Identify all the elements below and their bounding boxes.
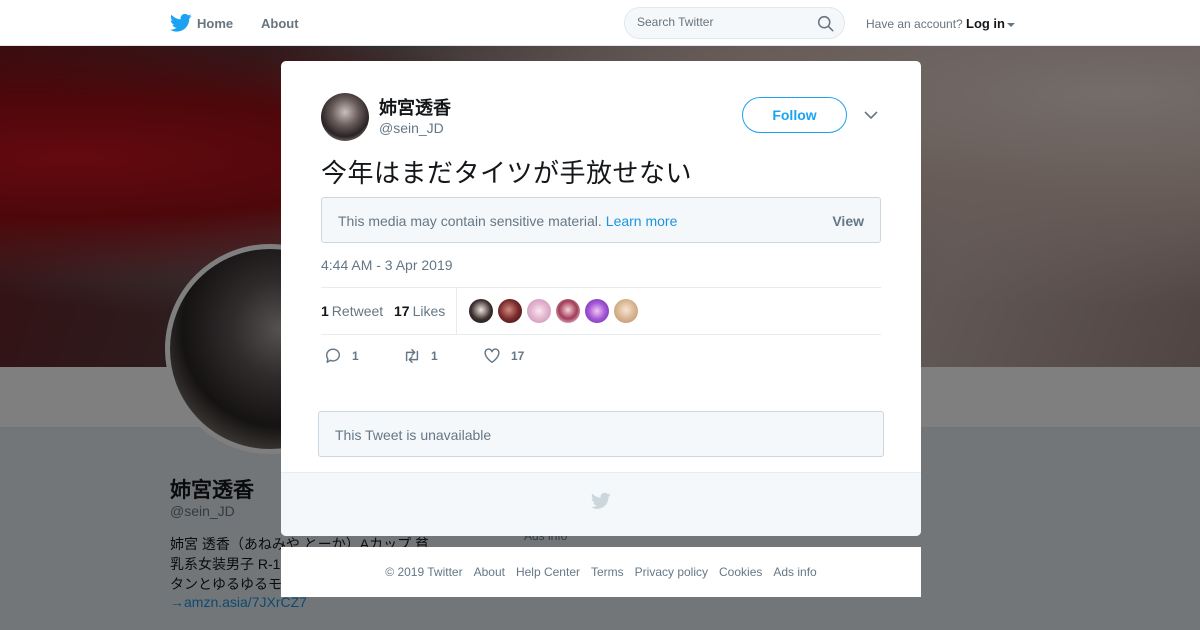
retweet-stat-label: Retweet [331,303,384,319]
footer-link-cookies[interactable]: Cookies [719,565,762,579]
follow-button[interactable]: Follow [742,97,847,133]
retweet-button[interactable]: 1 [403,345,438,367]
chevron-down-icon[interactable] [864,109,878,121]
sensitive-text: This media may contain sensitive materia… [338,213,677,229]
retweet-count: 1 [321,303,329,319]
retweet-stat[interactable]: 1 Retweet [321,303,383,319]
retweet-action-count: 1 [431,349,438,363]
tweet-timestamp[interactable]: 4:44 AM - 3 Apr 2019 [321,257,453,273]
nav-about-link[interactable]: About [261,16,299,31]
author-name[interactable]: 姉宮透香 [379,94,451,120]
liker-avatar[interactable] [469,299,493,323]
likes-stat[interactable]: 17 Likes [394,303,445,319]
liker-avatar[interactable] [556,299,580,323]
search-box [624,7,845,39]
footer-links: © 2019 Twitter About Help Center Terms P… [281,547,921,597]
tweet-stats: 1 Retweet 17 Likes [321,287,881,335]
sensitive-message: This media may contain sensitive materia… [338,213,602,229]
liker-avatar[interactable] [585,299,609,323]
modal-footer [281,472,921,536]
login-label: Log in [966,16,1005,31]
search-icon[interactable] [817,15,834,32]
heart-icon [484,348,500,364]
tweet-actions: 1 1 17 [321,345,621,367]
liker-avatar[interactable] [498,299,522,323]
sensitive-media-notice: This media may contain sensitive materia… [321,197,881,243]
unavailable-tweet-card: This Tweet is unavailable [318,411,884,457]
likes-count: 17 [394,303,410,319]
nav-home-link[interactable]: Home [197,16,233,31]
footer-link-about[interactable]: About [474,565,505,579]
tweet-modal: 姉宮透香 @sein_JD Follow 今年はまだタイツが手放せない This… [281,61,921,536]
have-account-text: Have an account? [866,17,963,31]
view-media-button[interactable]: View [832,213,864,229]
likes-stat-label: Likes [412,303,446,319]
liker-avatar[interactable] [614,299,638,323]
reply-count: 1 [352,349,359,363]
reply-icon [325,348,340,364]
caret-down-icon [1007,22,1015,27]
footer-link-ads-info[interactable]: Ads info [773,565,816,579]
author-handle[interactable]: @sein_JD [379,120,444,136]
tweet-text: 今年はまだタイツが手放せない [321,159,693,189]
like-button[interactable]: 17 [483,345,524,367]
retweet-icon [405,348,419,364]
liker-avatar[interactable] [527,299,551,323]
reply-button[interactable]: 1 [324,345,359,367]
footer-copyright: © 2019 Twitter [385,565,463,579]
search-input[interactable] [637,15,817,29]
footer-link-help-center[interactable]: Help Center [516,565,580,579]
author-avatar[interactable] [321,93,369,141]
learn-more-link[interactable]: Learn more [606,213,678,229]
footer-link-privacy[interactable]: Privacy policy [635,565,708,579]
footer-link-terms[interactable]: Terms [591,565,624,579]
login-button[interactable]: Log in [966,16,1015,31]
twitter-bird-icon [591,492,611,509]
close-icon[interactable] [1154,13,1178,37]
unavailable-text: This Tweet is unavailable [335,427,492,443]
twitter-bird-icon[interactable] [170,13,192,33]
top-nav: Home About Have an account? Log in [0,0,1200,46]
stats-divider [456,288,457,335]
like-action-count: 17 [511,349,525,363]
